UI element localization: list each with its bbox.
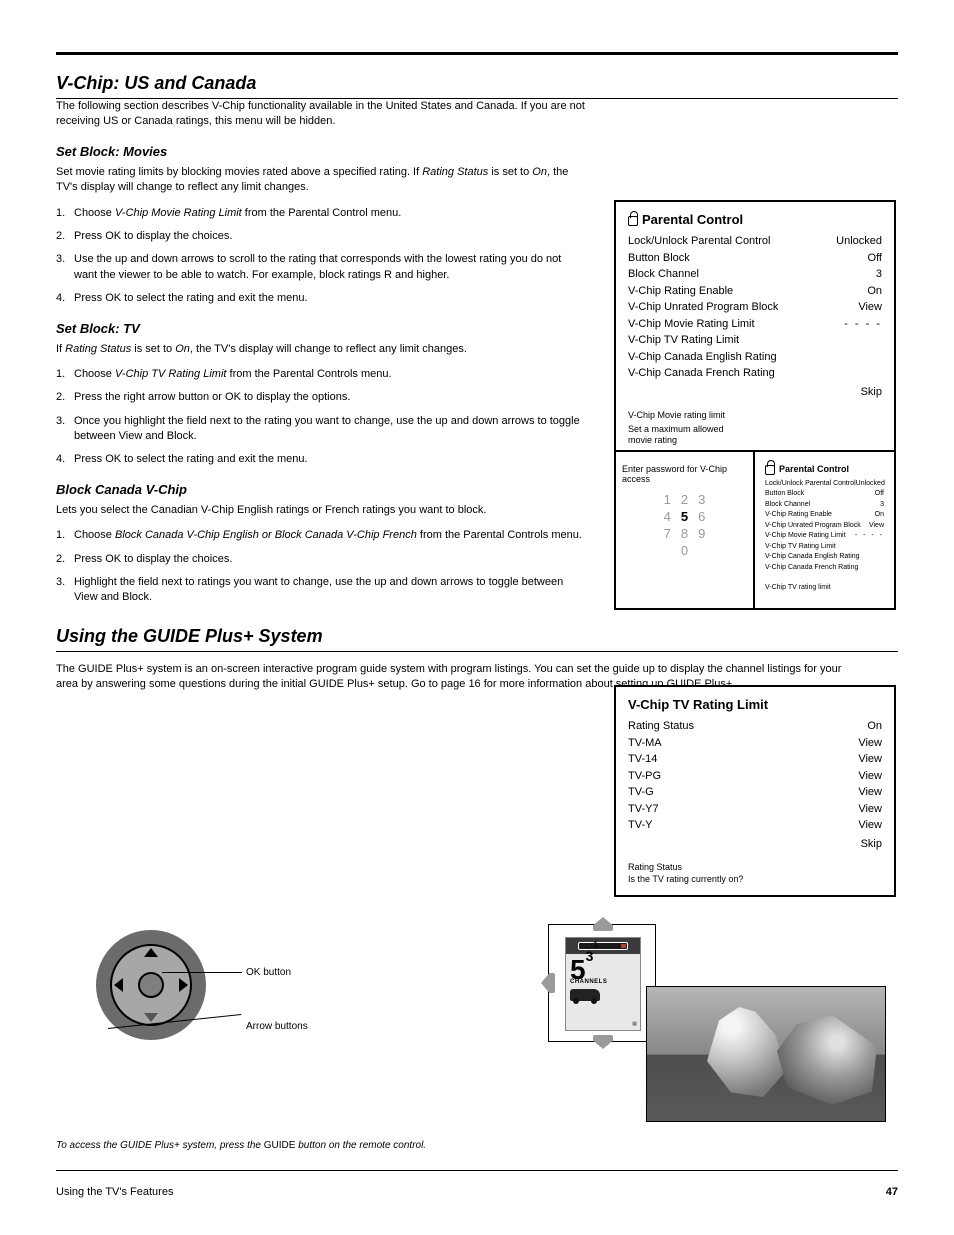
arrow-down-icon: [144, 1013, 158, 1022]
guide-arrow-down-icon: [593, 1035, 613, 1049]
guide-channel-big: 531: [570, 958, 598, 981]
menu3-skip: Skip: [861, 836, 882, 853]
password-title: Enter password for V-Chip access: [622, 464, 747, 484]
section-title-vchip: V-Chip: US and Canada: [56, 73, 898, 94]
footer-rule: [56, 1170, 898, 1171]
menu1-title: Parental Control: [628, 212, 882, 227]
guide-arrow-left-icon: [541, 973, 555, 993]
menu-line: TV-YView: [628, 817, 882, 834]
arrow-up-icon: [144, 948, 158, 957]
password-pad: Enter password for V-Chip access 123 456…: [616, 452, 755, 608]
menu-line: V-Chip Rating EnableOn: [765, 510, 884, 521]
movies-step-4: 4.Press OK to select the rating and exit…: [56, 291, 586, 306]
callout-ok: OK button: [246, 966, 291, 979]
movies-step-2: 2.Press OK to display the choices.: [56, 229, 586, 244]
menu-line: V-Chip Canada French Rating: [628, 365, 882, 382]
footer: Using the TV's Features 47: [56, 1186, 898, 1198]
menu2-right: Parental Control Lock/Unlock Parental Co…: [755, 452, 894, 608]
menu-line: V-Chip TV Rating Limit: [628, 332, 882, 349]
guide-rule: [56, 651, 898, 652]
lock-icon-2: [765, 465, 775, 475]
guide-logo: ▦: [632, 1021, 637, 1027]
thumbstick-figure: OK button Arrow buttons: [96, 930, 516, 1040]
keypad-3: 3: [698, 492, 705, 507]
arrow-right-icon: [179, 978, 188, 992]
callout-arrows: Arrow buttons: [246, 1020, 308, 1033]
guide-panel-header: [566, 938, 640, 954]
keypad-8: 8: [681, 526, 688, 541]
menu-panel-parental-1: Parental Control Lock/Unlock Parental Co…: [614, 200, 896, 459]
intro-text: The following section describes V-Chip f…: [56, 99, 586, 130]
guide-arrow-up-icon: [593, 917, 613, 931]
canada-step-2: 2.Press OK to display the choices.: [56, 552, 586, 567]
callout-line-ok: [162, 972, 242, 973]
canada-p1: Lets you select the Canadian V-Chip Engl…: [56, 503, 586, 518]
menu2-sub: V-Chip TV rating limit: [765, 583, 884, 592]
keypad-0: 0: [681, 543, 688, 558]
menu-panel-tv-rating: V-Chip TV Rating Limit Rating StatusOnTV…: [614, 685, 896, 897]
header-rule: [56, 52, 898, 55]
menu-line: Button BlockOff: [628, 250, 882, 267]
menu-line: Block Channel3: [765, 500, 884, 511]
keypad-1: 1: [664, 492, 671, 507]
keypad-7: 7: [664, 526, 671, 541]
football-photo: [646, 986, 886, 1122]
section-title-guide: Using the GUIDE Plus+ System: [56, 626, 898, 647]
guide-panel: 531 CHANNELS ▦: [565, 937, 641, 1031]
tv-step-2: 2.Press the right arrow button or OK to …: [56, 390, 586, 405]
footer-section-label: Using the TV's Features: [56, 1186, 173, 1198]
menu-line: TV-MAView: [628, 735, 882, 752]
menu-line: V-Chip Unrated Program BlockView: [765, 521, 884, 532]
menu-line: Button BlockOff: [765, 489, 884, 500]
keypad-4: 4: [664, 509, 671, 524]
movies-step-1: 1.Choose V-Chip Movie Rating Limit from …: [56, 206, 586, 221]
arrow-left-icon: [114, 978, 123, 992]
menu-line: V-Chip Rating EnableOn: [628, 283, 882, 300]
menu3-sub: Rating Status Is the TV rating currently…: [628, 862, 882, 885]
car-icon: [570, 989, 600, 1001]
menu-line: V-Chip Unrated Program BlockView: [628, 299, 882, 316]
menu3-title: V-Chip TV Rating Limit: [628, 697, 882, 712]
menu1-skip: Skip: [861, 384, 882, 401]
canada-step-1: 1.Choose Block Canada V-Chip English or …: [56, 528, 586, 543]
movies-step-3: 3.Use the up and down arrows to scroll t…: [56, 252, 586, 283]
subtitle-movies: Set Block: Movies: [56, 144, 898, 159]
menu-line: TV-PGView: [628, 768, 882, 785]
guide-preview-figure: 531 CHANNELS ▦: [548, 924, 888, 1124]
guide-caption: To access the GUIDE Plus+ system, press …: [56, 1140, 426, 1151]
menu2-title: Parental Control: [765, 464, 884, 475]
page-number: 47: [886, 1186, 898, 1198]
tv-p1: If Rating Status is set to On, the TV's …: [56, 342, 586, 357]
menu-line: V-Chip Canada English Rating: [765, 552, 884, 563]
menu1-sub2: Set a maximum allowed movie rating: [628, 424, 882, 447]
tv-step-3: 3.Once you highlight the field next to t…: [56, 414, 586, 445]
canada-step-3: 3.Highlight the field next to ratings yo…: [56, 575, 586, 606]
menu-line: Lock/Unlock Parental ControlUnlocked: [765, 479, 884, 490]
keypad-2: 2: [681, 492, 688, 507]
keypad-6: 6: [698, 509, 705, 524]
menu-line: V-Chip Movie Rating Limit- - - -: [628, 316, 882, 333]
tv-step-1: 1.Choose V-Chip TV Rating Limit from the…: [56, 367, 586, 382]
menu-line: TV-14View: [628, 751, 882, 768]
movies-p1: Set movie rating limits by blocking movi…: [56, 165, 586, 196]
menu-line: Lock/Unlock Parental ControlUnlocked: [628, 233, 882, 250]
lock-icon: [628, 216, 638, 226]
menu1-sub1: V-Chip Movie rating limit: [628, 410, 882, 422]
menu-line: V-Chip TV Rating Limit: [765, 542, 884, 553]
tv-step-4: 4.Press OK to select the rating and exit…: [56, 452, 586, 467]
menu-line: TV-Y7View: [628, 801, 882, 818]
keypad-5: 5: [681, 509, 688, 524]
menu-line: V-Chip Canada French Rating: [765, 563, 884, 574]
menu-line: Rating StatusOn: [628, 718, 882, 735]
menu-line: V-Chip Movie Rating Limit- - - -: [765, 531, 884, 542]
keypad-9: 9: [698, 526, 705, 541]
menu-line: Block Channel3: [628, 266, 882, 283]
guide-box: 531 CHANNELS ▦: [548, 924, 656, 1042]
menu-line: TV-GView: [628, 784, 882, 801]
rule-thick: [56, 52, 898, 55]
menu-panel-password: Enter password for V-Chip access 123 456…: [614, 450, 896, 610]
menu-line: V-Chip Canada English Rating: [628, 349, 882, 366]
